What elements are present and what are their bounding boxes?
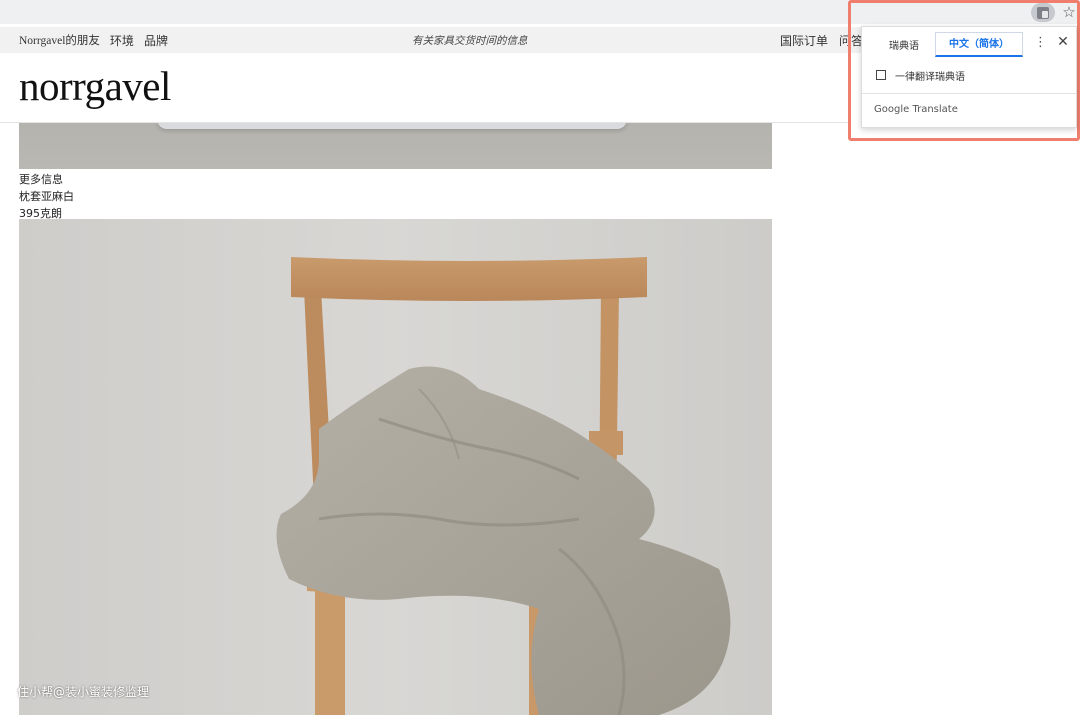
nav-link-international-orders[interactable]: 国际订单	[780, 32, 828, 49]
translate-popup: 瑞典语 中文（简体） ⋮ ✕ 一律翻译瑞典语 Google Translate	[861, 26, 1077, 128]
site-logo[interactable]: norrgavel	[19, 62, 171, 110]
close-icon[interactable]: ✕	[1056, 34, 1070, 50]
chair-illustration	[19, 219, 772, 715]
more-info-link[interactable]: 更多信息	[19, 171, 63, 187]
nav-link-brand[interactable]: 品牌	[144, 32, 168, 49]
nav-link-environment[interactable]: 环境	[110, 32, 134, 49]
google-translate-label: Google Translate	[874, 104, 958, 115]
nav-link-friends[interactable]: Norrgavel的朋友	[19, 32, 100, 49]
always-translate-label[interactable]: 一律翻译瑞典语	[895, 68, 965, 83]
product-image-chair-linen[interactable]	[19, 219, 772, 715]
product-name[interactable]: 枕套亚麻白	[19, 188, 74, 204]
watermark-text: 住小帮@装小蜜装修监理	[17, 685, 150, 699]
popup-divider	[862, 93, 1076, 94]
promo-banner-text[interactable]: 有关家具交货时间的信息	[412, 33, 528, 48]
tab-source-language[interactable]: 瑞典语	[874, 36, 934, 58]
product-image-pillow[interactable]	[19, 123, 772, 169]
tab-target-language[interactable]: 中文（简体）	[935, 32, 1023, 57]
always-translate-checkbox[interactable]	[876, 70, 886, 80]
more-options-icon[interactable]: ⋮	[1034, 35, 1047, 50]
pillow-shape	[157, 123, 627, 129]
top-nav: Norrgavel的朋友 环境 品牌	[19, 32, 168, 49]
